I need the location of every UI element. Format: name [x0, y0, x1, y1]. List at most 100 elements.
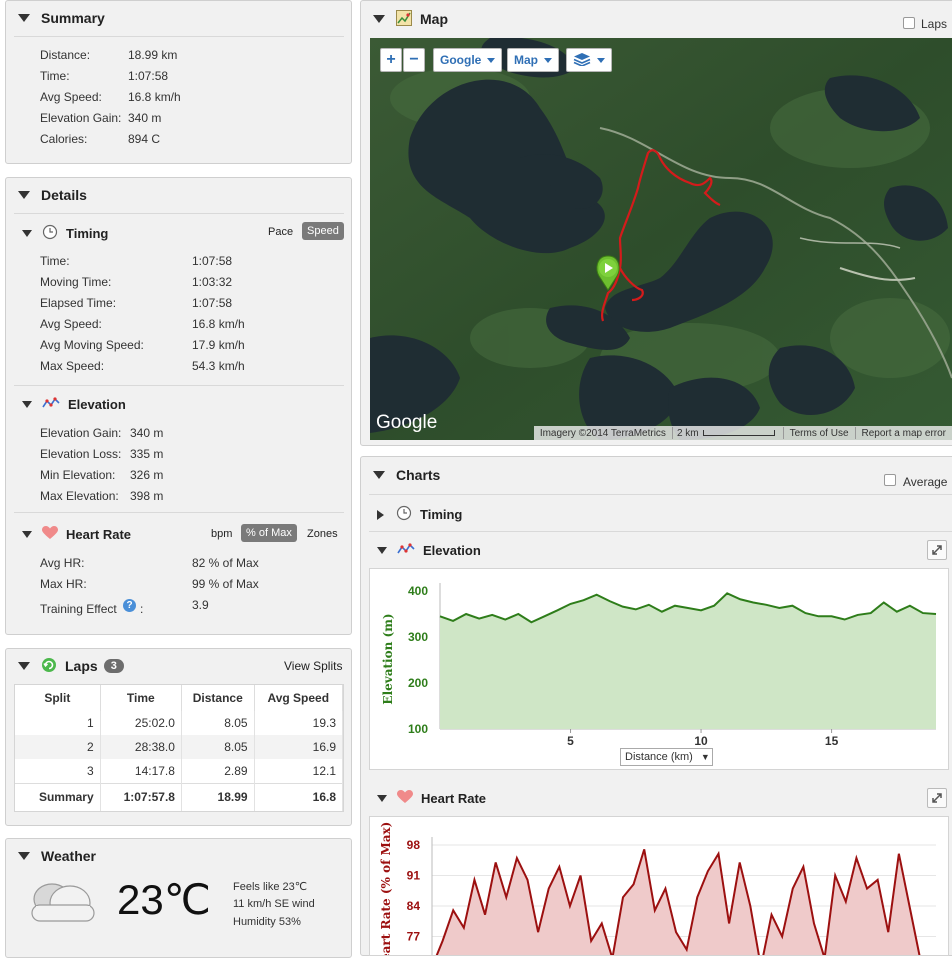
scale-label: 2 km: [676, 427, 699, 439]
details-title: Details: [41, 187, 87, 203]
collapse-triangle-icon[interactable]: [377, 795, 387, 802]
row-value: 1:03:32: [192, 275, 233, 289]
heart-rate-chart-title: Heart Rate: [421, 791, 487, 806]
heart-rate-section-header[interactable]: Heart Rate: [22, 526, 131, 543]
heart-rate-chart: 7077849198Heart Rate (% of Max): [369, 816, 949, 958]
column-header[interactable]: Time: [100, 685, 182, 711]
table-cell: 8.05: [181, 735, 255, 759]
summary-header[interactable]: Summary: [6, 1, 351, 35]
table-cell: 1: [15, 711, 101, 735]
zones-toggle[interactable]: Zones: [302, 526, 343, 542]
table-row[interactable]: 2 28:38.0 8.05 16.9: [15, 735, 344, 759]
training-effect-value: 3.9: [192, 598, 209, 612]
row-value: 1:07:58: [128, 69, 169, 83]
table-row[interactable]: 1 25:02.0 8.05 19.3: [15, 711, 344, 735]
y-tick-label: 84: [407, 899, 421, 913]
laps-title: Laps: [65, 658, 98, 674]
collapse-triangle-icon[interactable]: [22, 401, 32, 408]
timing-section-header[interactable]: Timing: [22, 224, 108, 243]
elevation-chart-header[interactable]: Elevation: [377, 542, 481, 559]
terms-of-use-link[interactable]: Terms of Use: [784, 428, 855, 439]
pace-toggle[interactable]: Pace: [263, 224, 298, 240]
summary-cell: Summary: [15, 782, 101, 811]
help-icon[interactable]: ?: [123, 599, 136, 612]
map-panel: Map Laps + − Google Map Google Imagery ©…: [360, 0, 952, 446]
column-header[interactable]: Distance: [181, 685, 255, 711]
row-value: 894 C: [128, 132, 161, 146]
collapse-triangle-icon[interactable]: [377, 547, 387, 554]
row-value: 82 % of Max: [192, 556, 259, 570]
map-type-dropdown[interactable]: Map: [507, 48, 559, 72]
collapse-triangle-icon[interactable]: [18, 852, 30, 860]
column-header[interactable]: Avg Speed: [254, 685, 344, 711]
heart-rate-title: Heart Rate: [66, 527, 132, 542]
table-cell: 3: [15, 759, 101, 783]
table-row[interactable]: 3 14:17.8 2.89 12.1: [15, 759, 344, 783]
y-tick-label: 100: [408, 722, 428, 736]
zoom-in-button[interactable]: +: [380, 48, 402, 72]
laps-table: Split Time Distance Avg Speed 1 25:02.0 8.05 1…: [15, 685, 344, 811]
summary-title: Summary: [41, 10, 105, 26]
layers-dropdown[interactable]: [566, 48, 612, 72]
heart-icon: [42, 526, 58, 543]
elevation-section-header[interactable]: Elevation: [22, 396, 126, 413]
row-value: 1:07:58: [192, 296, 233, 310]
collapse-triangle-icon[interactable]: [373, 15, 385, 23]
map-header[interactable]: Map: [361, 1, 952, 37]
average-checkbox[interactable]: [884, 474, 896, 486]
summary-row: Summary 1:07:57.8 18.99 16.8: [15, 782, 344, 811]
row-label: Moving Time:: [40, 275, 112, 289]
row-label: Max Speed:: [40, 359, 105, 373]
column-header[interactable]: Split: [15, 685, 101, 711]
heart-rate-chart-header[interactable]: Heart Rate: [377, 790, 486, 807]
laps-table-body: 1 25:02.0 8.05 19.3 2 28:38.0 8.05 16.9 3 14:17.8…: [15, 711, 344, 811]
expand-heart-rate-icon[interactable]: [927, 788, 947, 808]
map-title: Map: [420, 11, 448, 27]
zoom-out-button[interactable]: −: [403, 48, 425, 72]
report-map-error-link[interactable]: Report a map error: [856, 428, 952, 439]
percent-of-max-toggle[interactable]: % of Max: [241, 524, 297, 542]
details-header[interactable]: Details: [6, 178, 351, 212]
table-cell: 25:02.0: [100, 711, 182, 735]
y-tick-label: 77: [407, 930, 421, 944]
weather-header[interactable]: Weather: [6, 839, 351, 873]
charts-header[interactable]: Charts: [361, 457, 952, 493]
table-cell: 8.05: [181, 711, 255, 735]
row-label: Avg Moving Speed:: [40, 338, 144, 352]
collapse-triangle-icon[interactable]: [18, 662, 30, 670]
provider-label: Google: [440, 53, 482, 67]
table-cell: 16.9: [254, 735, 344, 759]
table-cell: 14:17.8: [100, 759, 182, 783]
y-tick-label: 98: [407, 838, 421, 852]
summary-panel: Summary Distance: 18.99 km Time: 1:07:58 Avg…: [5, 0, 352, 164]
collapse-triangle-icon[interactable]: [18, 191, 30, 199]
timing-chart-header[interactable]: Timing: [377, 505, 462, 524]
row-label: Min Elevation:: [40, 468, 116, 482]
map-viewport[interactable]: + − Google Map Google Imagery ©2014 Terr…: [370, 38, 952, 440]
clock-icon: [396, 505, 412, 524]
collapse-triangle-icon[interactable]: [373, 471, 385, 479]
chevron-down-icon: [597, 57, 605, 63]
bpm-toggle[interactable]: bpm: [206, 526, 237, 542]
map-provider-dropdown[interactable]: Google: [433, 48, 503, 72]
row-label: Avg Speed:: [40, 90, 102, 104]
row-label: Distance:: [40, 48, 91, 62]
speed-toggle[interactable]: Speed: [302, 222, 344, 240]
collapse-triangle-icon[interactable]: [22, 230, 32, 237]
x-axis-selector[interactable]: Distance (km) ▼: [620, 748, 713, 766]
view-splits-link[interactable]: View Splits: [284, 659, 342, 673]
map-attribution-bar: Imagery ©2014 TerraMetrics 2 km Terms of…: [533, 426, 952, 440]
laps-checkbox[interactable]: [903, 17, 915, 29]
expand-triangle-icon[interactable]: [377, 509, 384, 520]
collapse-triangle-icon[interactable]: [18, 14, 30, 22]
cloud-icon: [22, 879, 102, 930]
expand-elevation-icon[interactable]: [927, 540, 947, 560]
row-label: Calories:: [40, 132, 88, 146]
row-value: 54.3 km/h: [192, 359, 245, 373]
row-value: 340 m: [128, 111, 162, 125]
y-axis-label: Elevation (m): [381, 613, 395, 704]
row-label: Avg HR:: [40, 556, 85, 570]
imagery-attribution: Imagery ©2014 TerraMetrics: [539, 427, 666, 439]
collapse-triangle-icon[interactable]: [22, 531, 32, 538]
elevation-chart-title: Elevation: [423, 543, 481, 558]
